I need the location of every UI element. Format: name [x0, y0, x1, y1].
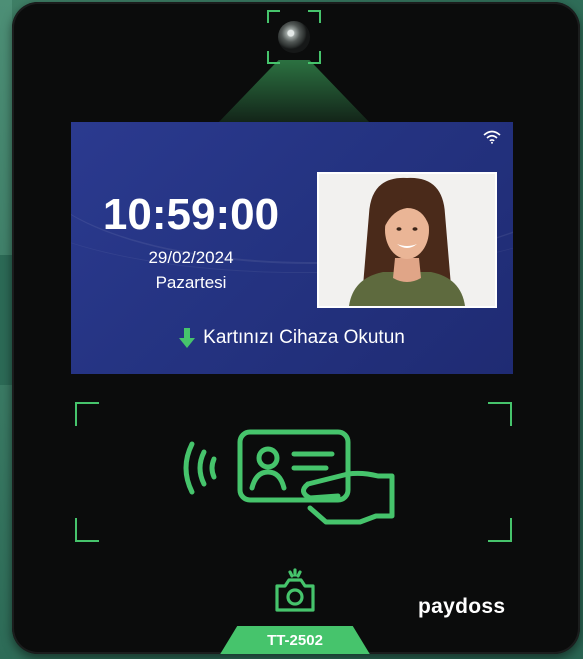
user-photo — [317, 172, 497, 308]
nfc-card-reader-icon[interactable] — [178, 426, 408, 526]
reader-frame-corner — [488, 402, 512, 426]
camera-lens-icon — [267, 10, 321, 64]
camera-beam — [217, 60, 371, 124]
current-weekday: Pazartesi — [155, 273, 227, 292]
scan-instruction-text: Kartınızı Cihaza Okutun — [203, 327, 405, 348]
clock-time: 10:59:00 — [102, 190, 280, 239]
terminal-device: 10:59:00 29/02/2024 Pazartesi Kartınızı … — [12, 2, 580, 654]
reader-frame-corner — [488, 518, 512, 542]
arrow-down-icon — [179, 327, 196, 348]
camera-icon[interactable] — [271, 568, 319, 616]
model-label: TT-2502 — [219, 626, 371, 654]
scan-instruction: Kartınızı Cihaza Okutun — [71, 327, 513, 349]
display-screen: 10:59:00 29/02/2024 Pazartesi Kartınızı … — [71, 122, 513, 374]
reader-frame-corner — [75, 402, 99, 426]
reader-frame-corner — [75, 518, 99, 542]
current-date: 29/02/2024 — [148, 248, 234, 267]
brand-logo: paydoss — [418, 595, 506, 618]
wifi-icon — [483, 130, 501, 144]
